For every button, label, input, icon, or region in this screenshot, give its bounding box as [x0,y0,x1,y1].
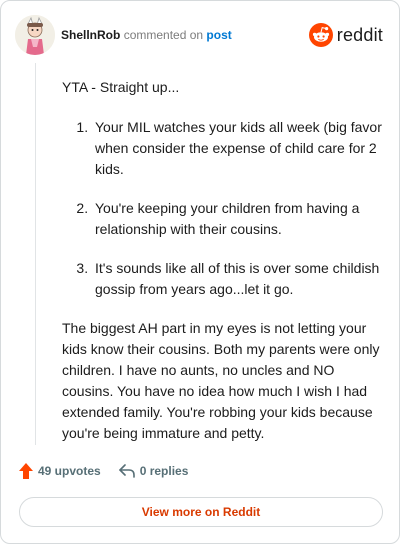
upvote-count: 49 upvotes [38,464,101,478]
reddit-logo[interactable]: reddit [308,21,383,49]
comment-point-3: It's sounds like all of this is over som… [92,258,382,300]
comment-closing-paragraph: The biggest AH part in my eyes is not le… [62,320,380,441]
avatar-illustration-icon [15,15,55,55]
comment-point-1: Your MIL watches your kids all week (big… [92,117,382,180]
post-link[interactable]: post [206,28,231,42]
comment-meta: ShellnRob commented on post [61,27,232,43]
comment-header: ShellnRob commented on post reddit [15,15,385,55]
upvote-arrow-icon [19,463,33,479]
comment-body: YTA - Straight up... Your MIL watches yo… [62,77,382,444]
user-avatar[interactable] [15,15,55,55]
comment-point-list: Your MIL watches your kids all week (big… [62,117,382,300]
comment-embed-card: ShellnRob commented on post reddit YTA -… [0,0,400,544]
comment-point-2: You're keeping your children from having… [92,198,382,240]
upvote-button[interactable]: 49 upvotes [19,463,101,479]
reddit-snoo-icon [308,23,333,47]
view-more-on-reddit-button[interactable]: View more on Reddit [19,497,383,527]
reply-arrow-icon [118,464,135,478]
reply-count: 0 replies [139,464,189,478]
commented-on-text: commented on [123,28,204,42]
reddit-wordmark: reddit [336,24,383,45]
thread-line[interactable] [35,63,36,445]
comment-actions: 49 upvotes 0 replies [19,461,188,481]
username-link[interactable]: ShellnRob [61,28,120,42]
replies-button[interactable]: 0 replies [118,464,189,478]
comment-intro: YTA - Straight up... [62,79,180,95]
